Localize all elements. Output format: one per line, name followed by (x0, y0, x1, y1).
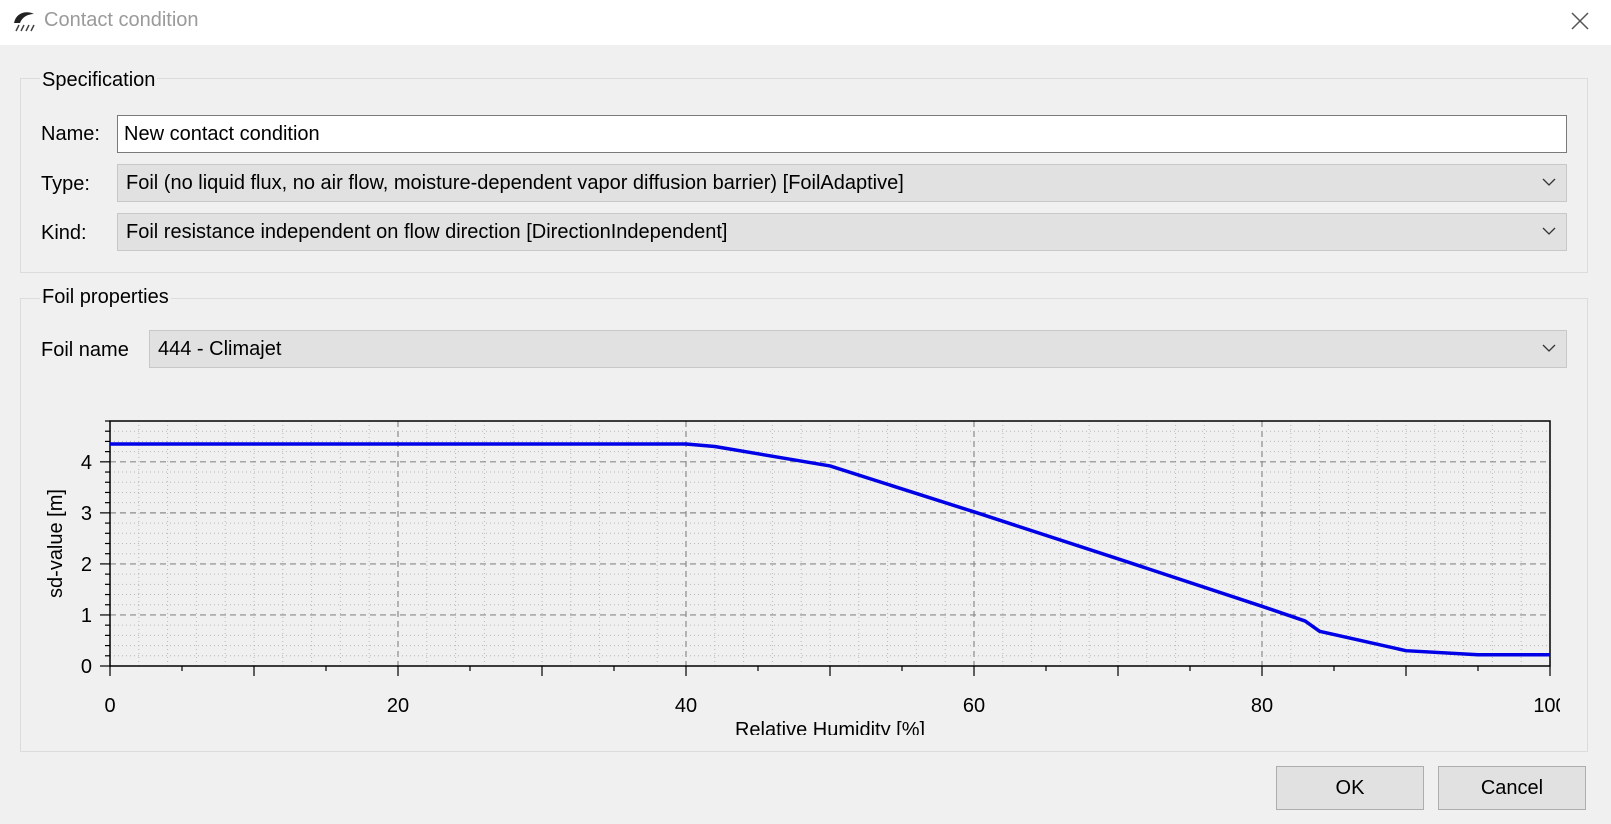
foil-name-label: Foil name (41, 339, 129, 361)
foil-name-select[interactable]: 444 - Climajet (149, 330, 1567, 368)
window-title: Contact condition (44, 9, 199, 31)
type-select-value: Foil (no liquid flux, no air flow, moist… (126, 172, 904, 194)
kind-select-value: Foil resistance independent on flow dire… (126, 221, 728, 243)
name-label: Name: (41, 123, 100, 145)
foil-name-select-value: 444 - Climajet (158, 338, 282, 360)
chevron-down-icon (1542, 227, 1556, 235)
y-tick-label: 1 (81, 605, 92, 627)
y-tick-label: 4 (81, 452, 92, 474)
close-icon[interactable] (1569, 10, 1591, 32)
y-tick-label: 3 (81, 503, 92, 525)
x-tick-label: 60 (963, 695, 985, 717)
ok-button[interactable]: OK (1276, 766, 1424, 810)
title-bar: Contact condition (0, 0, 1611, 45)
type-label: Type: (41, 173, 90, 195)
x-tick-label: 20 (387, 695, 409, 717)
y-tick-label: 2 (81, 554, 92, 576)
x-tick-label: 40 (675, 695, 697, 717)
x-axis-label: Relative Humidity [%] (735, 719, 925, 735)
kind-select[interactable]: Foil resistance independent on flow dire… (117, 213, 1567, 251)
type-select[interactable]: Foil (no liquid flux, no air flow, moist… (117, 164, 1567, 202)
sd-value-chart: 02040608010001234 Relative Humidity [%] … (45, 420, 1560, 735)
specification-group-title: Specification (40, 69, 158, 92)
x-tick-label: 0 (104, 695, 115, 717)
chevron-down-icon (1542, 178, 1556, 186)
y-tick-label: 0 (81, 656, 92, 678)
x-tick-label: 100 (1533, 695, 1560, 717)
rain-wall-icon (14, 12, 35, 32)
kind-label: Kind: (41, 222, 87, 244)
foil-properties-group-title: Foil properties (40, 286, 171, 309)
y-axis-label: sd-value [m] (45, 489, 67, 598)
x-tick-label: 80 (1251, 695, 1273, 717)
name-field[interactable]: New contact condition (117, 115, 1567, 153)
cancel-button[interactable]: Cancel (1438, 766, 1586, 810)
chevron-down-icon (1542, 344, 1556, 352)
